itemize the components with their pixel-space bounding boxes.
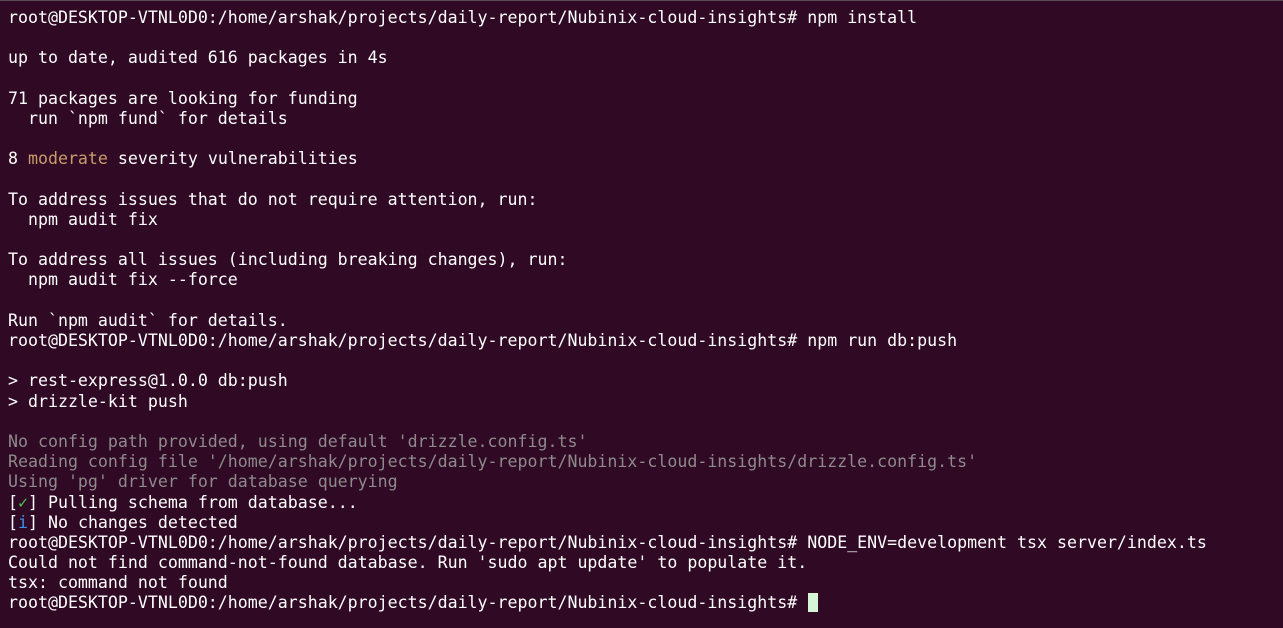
command: npm install: [807, 8, 918, 27]
dim-output-line: Reading config file '/home/arshak/projec…: [8, 452, 978, 472]
prompt-line: root@DESKTOP-VTNL0D0:/home/arshak/projec…: [8, 533, 1283, 553]
output-line: Run `npm audit` for details.: [8, 310, 288, 330]
check-icon: ✓: [18, 492, 28, 512]
status-line-pull: [✓] Pulling schema from database...: [8, 493, 1283, 513]
dim-output-line: Using 'pg' driver for database querying: [8, 472, 398, 492]
vuln-count: 8: [8, 149, 28, 169]
prompt: root@DESKTOP-VTNL0D0:/home/arshak/projec…: [8, 331, 798, 350]
prompt-line: root@DESKTOP-VTNL0D0:/home/arshak/projec…: [8, 331, 1283, 351]
output-line: run `npm fund` for details: [8, 108, 288, 128]
terminal-output: root@DESKTOP-VTNL0D0:/home/arshak/projec…: [8, 8, 1283, 614]
output-line: > rest-express@1.0.0 db:push: [8, 371, 288, 391]
output-line: To address all issues (including breakin…: [8, 250, 568, 270]
status-line-info: [i] No changes detected: [8, 513, 1283, 533]
status-text: ] Pulling schema from database...: [28, 492, 358, 512]
output-line: up to date, audited 616 packages in 4s: [8, 48, 388, 68]
dim-output-line: No config path provided, using default '…: [8, 431, 588, 451]
vulnerability-line: 8 moderate severity vulnerabilities: [8, 149, 1283, 169]
prompt: root@DESKTOP-VTNL0D0:/home/arshak/projec…: [8, 532, 798, 552]
prompt: root@DESKTOP-VTNL0D0:/home/arshak/projec…: [8, 593, 798, 613]
output-line: npm audit fix --force: [8, 270, 238, 290]
status-text: ] No changes detected: [28, 512, 238, 532]
output-line: npm audit fix: [8, 209, 158, 229]
command: NODE_ENV=development tsx server/index.ts: [807, 532, 1207, 552]
output-line: 71 packages are looking for funding: [8, 88, 358, 108]
terminal-window[interactable]: root@DESKTOP-VTNL0D0:/home/arshak/projec…: [0, 0, 1283, 628]
prompt-line: root@DESKTOP-VTNL0D0:/home/arshak/projec…: [8, 8, 1283, 28]
output-line: To address issues that do not require at…: [8, 189, 538, 209]
command: npm run db:push: [807, 331, 958, 350]
output-line: tsx: command not found: [8, 573, 228, 593]
bracket: [: [8, 492, 18, 512]
output-line: > drizzle-kit push: [8, 391, 188, 411]
active-prompt-line[interactable]: root@DESKTOP-VTNL0D0:/home/arshak/projec…: [8, 593, 1283, 613]
bracket: [: [8, 512, 18, 532]
text-cursor[interactable]: [808, 593, 819, 613]
prompt: root@DESKTOP-VTNL0D0:/home/arshak/projec…: [8, 8, 798, 27]
output-line: Could not find command-not-found databas…: [8, 553, 808, 573]
info-icon: i: [18, 512, 28, 532]
vuln-level: moderate: [27, 149, 108, 169]
vuln-rest: severity vulnerabilities: [107, 149, 358, 169]
